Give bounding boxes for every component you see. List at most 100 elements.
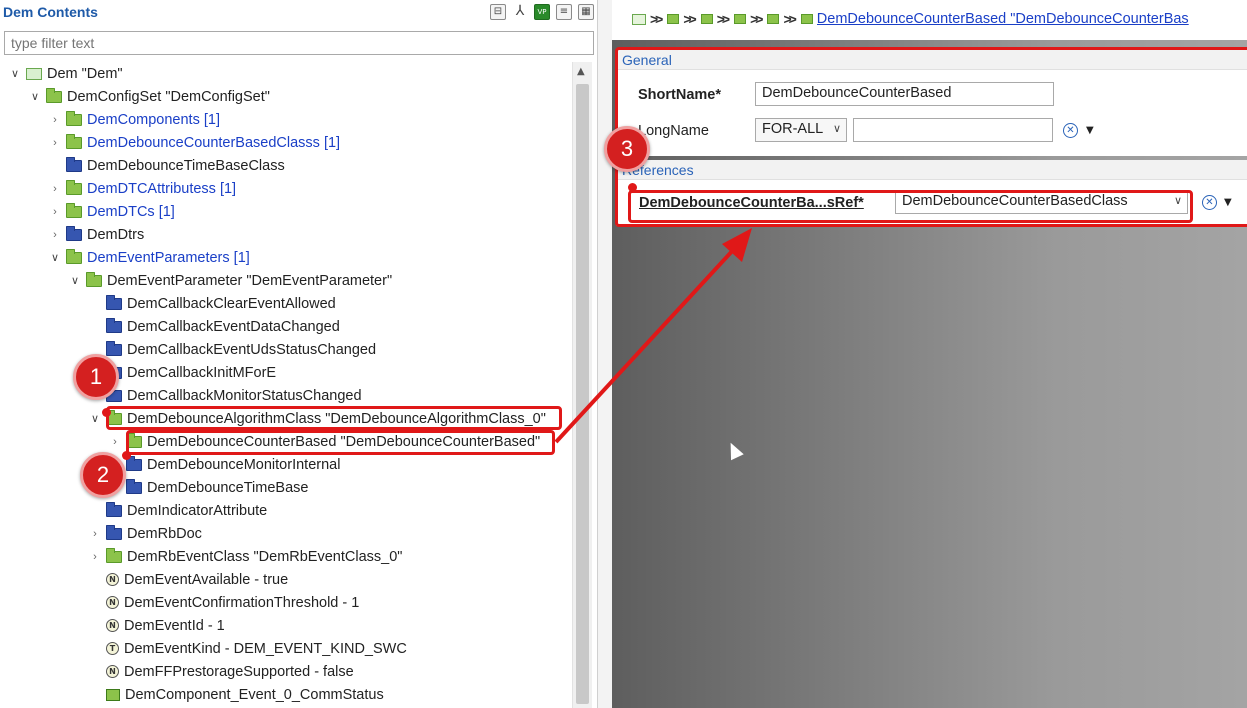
- parameter-icon: N: [106, 596, 119, 609]
- tree-row[interactable]: DemCallbackMonitorStatusChanged: [88, 384, 362, 407]
- chevron-right-icon[interactable]: ›: [48, 137, 62, 149]
- tree-row-label: DemCallbackEventUdsStatusChanged: [127, 341, 377, 358]
- chevron-right-icon: >>: [716, 11, 730, 27]
- blue-folder-icon: [66, 156, 82, 172]
- tree-row-label: DemEventAvailable - true: [124, 571, 289, 588]
- tree-row[interactable]: DemCallbackEventDataChanged: [88, 315, 340, 338]
- reference-icon: [106, 688, 120, 701]
- tree-row-label: DemDebounceCounterBasedClasss [1]: [87, 134, 341, 151]
- tree-row-label: DemCallbackInitMForE: [127, 364, 277, 381]
- chevron-down-icon[interactable]: ∨: [88, 412, 102, 425]
- tree-row-label: DemComponents [1]: [87, 111, 220, 128]
- tree-scrollbar[interactable]: ▲: [572, 62, 592, 708]
- tree-row[interactable]: › DemRbDoc: [88, 522, 202, 545]
- green-folder-icon: [66, 179, 82, 195]
- parameter-icon: N: [106, 573, 119, 586]
- scroll-thumb[interactable]: [576, 84, 589, 704]
- chevron-down-icon[interactable]: ∨: [28, 90, 42, 103]
- tree-row[interactable]: DemCallbackEventUdsStatusChanged: [88, 338, 376, 361]
- tree-row[interactable]: › DemDTCAttributess [1]: [48, 177, 236, 200]
- blue-folder-icon: [66, 225, 82, 241]
- tree-row-label: DemCallbackMonitorStatusChanged: [127, 387, 362, 404]
- green-folder-icon: [86, 271, 102, 287]
- tree-row-label: DemFFPrestorageSupported - false: [124, 663, 354, 680]
- chevron-right-icon[interactable]: ›: [48, 206, 62, 218]
- tree-row-label: DemConfigSet "DemConfigSet": [67, 88, 270, 105]
- chevron-right-icon[interactable]: ›: [88, 528, 102, 540]
- tree-row[interactable]: DemDebounceMonitorInternal: [108, 453, 340, 476]
- dem-root-icon[interactable]: [632, 13, 646, 25]
- module-icon: [26, 67, 42, 80]
- annotation-dot-3: [628, 183, 637, 192]
- blue-folder-icon: [106, 294, 122, 310]
- tree-row[interactable]: › DemComponents [1]: [48, 108, 220, 131]
- tree-row[interactable]: T DemEventKind - DEM_EVENT_KIND_SWC: [88, 637, 407, 660]
- annotation-badge-3: 3: [604, 126, 650, 172]
- green-folder-icon: [46, 87, 62, 103]
- tree-row[interactable]: ∨ DemEventParameter "DemEventParameter": [68, 269, 392, 292]
- tree-row-label: DemEventParameter "DemEventParameter": [107, 272, 393, 289]
- tree-row-label: DemDebounceTimeBase: [147, 479, 309, 496]
- chevron-right-icon[interactable]: ›: [48, 183, 62, 195]
- tree-row[interactable]: N DemEventId - 1: [88, 614, 225, 637]
- chevron-right-icon[interactable]: ›: [108, 436, 122, 448]
- tree-row-label: DemEventConfirmationThreshold - 1: [124, 594, 360, 611]
- panel-header: Dem Contents ⊟ ⅄ VP ≡ ▦: [0, 0, 598, 28]
- variant-res-icon[interactable]: VP: [534, 4, 550, 20]
- parameter-icon: T: [106, 642, 119, 655]
- tree-row[interactable]: ∨ DemEventParameters [1]: [48, 246, 250, 269]
- scroll-up-icon[interactable]: ▲: [577, 66, 585, 77]
- tree-row[interactable]: › DemRbEventClass "DemRbEventClass_0": [88, 545, 402, 568]
- chevron-right-icon[interactable]: ›: [88, 551, 102, 563]
- tree-row[interactable]: N DemEventConfirmationThreshold - 1: [88, 591, 359, 614]
- tree-row[interactable]: N DemEventAvailable - true: [88, 568, 288, 591]
- chevron-right-icon: >>: [683, 11, 696, 27]
- blue-folder-icon: [106, 317, 122, 333]
- tree-row-label: DemCallbackClearEventAllowed: [127, 295, 336, 312]
- tree-row[interactable]: ∨ DemConfigSet "DemConfigSet": [28, 85, 270, 108]
- tree-row[interactable]: DemCallbackClearEventAllowed: [88, 292, 336, 315]
- tree-row[interactable]: › DemDebounceCounterBasedClasss [1]: [48, 131, 340, 154]
- document-icon[interactable]: ≡: [556, 4, 572, 20]
- tree-row[interactable]: DemDebounceTimeBaseClass: [48, 154, 285, 177]
- filter-input[interactable]: [4, 31, 594, 55]
- annotation-badge-1: 1: [73, 354, 119, 400]
- tree-row[interactable]: › DemDtrs: [48, 223, 144, 246]
- collapse-all-icon[interactable]: ⊟: [490, 4, 506, 20]
- tree-row[interactable]: › DemDTCs [1]: [48, 200, 175, 223]
- green-folder-icon: [66, 133, 82, 149]
- tree-row[interactable]: N DemFFPrestorageSupported - false: [88, 660, 354, 683]
- link-editor-icon[interactable]: ⅄: [512, 4, 528, 20]
- app-window: Dem Contents ⊟ ⅄ VP ≡ ▦ ∨ Dem "Dem" ∨ DemCo…: [0, 0, 1247, 708]
- chevron-right-icon[interactable]: ›: [48, 114, 62, 126]
- splitter[interactable]: [598, 0, 612, 708]
- breadcrumb: >> >> >> >> >> DemDebounceCounterBased "…: [612, 0, 1247, 40]
- tree-row[interactable]: DemIndicatorAttribute: [88, 499, 267, 522]
- green-folder-icon: [66, 110, 82, 126]
- chevron-right-icon[interactable]: ›: [48, 229, 62, 241]
- green-folder-icon: [66, 202, 82, 218]
- chevron-down-icon[interactable]: ∨: [48, 251, 62, 264]
- panel-title: Dem Contents: [3, 4, 98, 20]
- tree-row[interactable]: DemDebounceTimeBase: [108, 476, 308, 499]
- parameter-icon: N: [106, 619, 119, 632]
- tree-row-label: DemDTCAttributess [1]: [87, 180, 237, 197]
- chevron-down-icon[interactable]: ∨: [8, 67, 22, 80]
- chevron-down-icon[interactable]: ∨: [68, 274, 82, 287]
- panel-toolbar: ⊟ ⅄ VP ≡ ▦: [490, 4, 594, 20]
- green-folder-icon: [106, 547, 122, 563]
- breadcrumb-current-link[interactable]: DemDebounceCounterBased "DemDebounceCoun…: [817, 11, 1197, 27]
- folder-icon[interactable]: [734, 14, 747, 24]
- folder-icon[interactable]: [767, 14, 780, 24]
- folder-icon[interactable]: [800, 14, 813, 24]
- annotation-badge-2: 2: [80, 452, 126, 498]
- blue-folder-icon: [126, 478, 142, 494]
- mouse-cursor-icon: [724, 439, 744, 461]
- tree-row[interactable]: DemComponent_Event_0_CommStatus: [88, 683, 384, 706]
- tree-row[interactable]: ∨ Dem "Dem": [8, 62, 123, 85]
- layout-icon[interactable]: ▦: [578, 4, 594, 20]
- tree-row-label: DemEventId - 1: [124, 617, 225, 634]
- folder-icon[interactable]: [667, 14, 680, 24]
- tree-row-label: Dem "Dem": [47, 65, 123, 82]
- folder-icon[interactable]: [700, 14, 713, 24]
